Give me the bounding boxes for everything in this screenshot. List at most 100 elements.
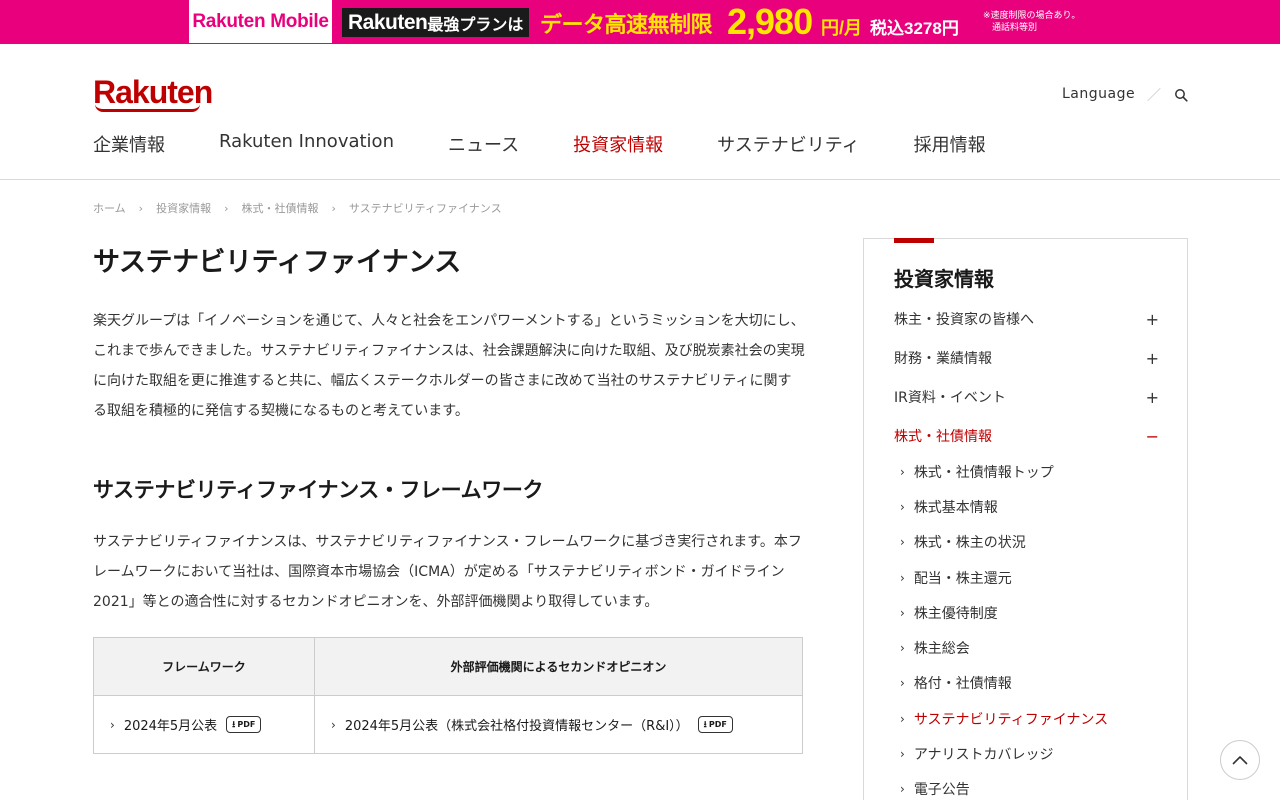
sidebar-item-label: 配当・株主還元	[913, 571, 1012, 587]
chevron-right-icon: ›	[900, 606, 905, 620]
global-nav: 企業情報 Rakuten Innovation ニュース 投資家情報 サステナビ…	[93, 131, 986, 157]
banner-brand: Rakuten Mobile	[189, 0, 332, 43]
banner-note-line: ※速度制限の場合あり。	[983, 11, 1081, 21]
framework-pdf-link[interactable]: › 2024年5月公表 ⭳ PDF	[94, 696, 315, 753]
sidebar-nav: 投資家情報 株主・投資家の皆様へ + 財務・業績情報 + IR資料・イベント +…	[863, 238, 1188, 800]
sidebar-item-label: 株主優待制度	[913, 606, 998, 622]
banner-headline: データ高速無制限	[540, 11, 713, 37]
sidebar-item-label: サステナビリティファイナンス	[913, 712, 1109, 728]
framework-table: フレームワーク 外部評価機関によるセカンドオピニオン › 2024年5月公表 ⭳…	[93, 637, 803, 754]
sidebar-item-benefits[interactable]: › 株主優待制度	[900, 603, 998, 623]
sidebar-item-sustainability-finance[interactable]: › サステナビリティファイナンス	[900, 709, 1108, 729]
nav-item-news[interactable]: ニュース	[448, 131, 519, 157]
chevron-up-icon	[1232, 756, 1248, 765]
breadcrumb-current: サステナビリティファイナンス	[348, 202, 502, 215]
chevron-right-icon: ›	[900, 571, 905, 585]
chevron-right-icon: ›	[138, 201, 144, 215]
sidebar-item-label: 株式基本情報	[913, 500, 998, 516]
sidebar-item-label: 株式・社債情報トップ	[913, 465, 1054, 481]
sidebar-item-label: 格付・社債情報	[913, 676, 1012, 692]
nav-item-sustainability[interactable]: サステナビリティ	[717, 131, 860, 157]
sidebar-cat-ir-materials[interactable]: IR資料・イベント +	[894, 387, 1159, 407]
pdf-badge: ⭳ PDF	[226, 716, 262, 733]
sidebar-item-ratings-bonds[interactable]: › 格付・社債情報	[900, 673, 1012, 693]
nav-item-innovation[interactable]: Rakuten Innovation	[219, 131, 394, 157]
framework-link-label: 2024年5月公表	[123, 719, 218, 734]
sidebar-cat-label: 財務・業績情報	[894, 351, 992, 367]
chevron-right-icon: ›	[331, 201, 336, 215]
banner-plan-prefix: Rakuten	[348, 10, 428, 34]
nav-item-careers[interactable]: 採用情報	[914, 131, 986, 157]
banner-unit: 円/月	[821, 18, 863, 38]
header-separator: ／	[1147, 88, 1161, 104]
sidebar-item-dividends[interactable]: › 配当・株主還元	[900, 568, 1012, 588]
sidebar-cat-stock-bond[interactable]: 株式・社債情報 −	[894, 426, 1159, 446]
nav-item-corporate[interactable]: 企業情報	[93, 131, 165, 157]
section-text: サステナビリティファイナンスは、サステナビリティファイナンス・フレームワークに基…	[93, 534, 802, 610]
chevron-right-icon: ›	[900, 465, 905, 479]
page-title: サステナビリティファイナンス	[93, 247, 461, 278]
sidebar-item-stock-basic[interactable]: › 株式基本情報	[900, 497, 998, 517]
chevron-right-icon: ›	[900, 782, 905, 796]
sidebar-cat-shareholders[interactable]: 株主・投資家の皆様へ +	[894, 309, 1159, 329]
language-link[interactable]: Language	[1062, 86, 1135, 102]
section-title: サステナビリティファイナンス・フレームワーク	[93, 478, 544, 502]
pdf-badge: ⭳ PDF	[697, 716, 733, 733]
download-icon: ⭳	[232, 719, 236, 730]
chevron-right-icon: ›	[900, 641, 905, 655]
sidebar-item-analyst-coverage[interactable]: › アナリストカバレッジ	[900, 744, 1054, 764]
minus-icon: −	[1145, 426, 1159, 446]
sidebar-item-label: 株主総会	[913, 641, 970, 657]
sidebar-cat-label: 株式・社債情報	[894, 429, 992, 445]
sidebar-accent-bar	[894, 238, 934, 243]
chevron-right-icon: ›	[900, 712, 905, 726]
breadcrumb-stock-bond[interactable]: 株式・社債情報	[241, 200, 318, 216]
search-icon[interactable]	[1174, 88, 1188, 102]
breadcrumb-home[interactable]: ホーム	[93, 200, 126, 216]
sidebar-title: 投資家情報	[894, 267, 994, 291]
sidebar-item-shareholders-meeting[interactable]: › 株主総会	[900, 638, 970, 658]
intro-text: 楽天グループは「イノベーションを通じて、人々と社会をエンパワーメントする」という…	[93, 313, 805, 419]
nav-item-investors[interactable]: 投資家情報	[573, 131, 663, 157]
back-to-top-button[interactable]	[1220, 740, 1260, 780]
breadcrumb-investors[interactable]: 投資家情報	[156, 200, 211, 216]
opinion-link-label: 2024年5月公表（株式会社格付投資情報センター（R&I））	[344, 719, 689, 734]
chevron-right-icon: ›	[900, 676, 905, 690]
sidebar-cat-label: IR資料・イベント	[894, 390, 1006, 406]
sidebar-cat-label: 株主・投資家の皆様へ	[894, 312, 1034, 328]
pdf-label: PDF	[237, 720, 256, 729]
header-divider	[0, 179, 1280, 180]
table-header-opinion: 外部評価機関によるセカンドオピニオン	[450, 660, 667, 674]
banner-tax: 税込3278円	[870, 19, 959, 38]
chevron-right-icon: ›	[110, 717, 115, 732]
sidebar-item-label: 電子公告	[913, 782, 970, 798]
banner-price: 2,980	[727, 1, 813, 42]
banner-plan-suffix: 最強プランは	[427, 16, 524, 34]
sidebar-item-shareholder-status[interactable]: › 株式・株主の状況	[900, 532, 1026, 552]
chevron-right-icon: ›	[900, 535, 905, 549]
chevron-right-icon: ›	[224, 201, 229, 215]
plus-icon: +	[1145, 309, 1159, 329]
table-row: › 2024年5月公表 ⭳ PDF › 2024年5月公表（株式会社格付投資情報…	[94, 696, 802, 753]
sidebar-item-public-notice[interactable]: › 電子公告	[900, 779, 970, 799]
sidebar-item-label: アナリストカバレッジ	[913, 747, 1054, 763]
opinion-pdf-link[interactable]: › 2024年5月公表（株式会社格付投資情報センター（R&I）） ⭳ PDF	[315, 696, 802, 753]
chevron-right-icon: ›	[331, 717, 336, 732]
pdf-label: PDF	[708, 720, 727, 729]
table-header-framework: フレームワーク	[94, 638, 315, 695]
sidebar-item-stock-top[interactable]: › 株式・社債情報トップ	[900, 462, 1054, 482]
table-header-row: フレームワーク 外部評価機関によるセカンドオピニオン	[94, 638, 802, 696]
plus-icon: +	[1145, 387, 1159, 407]
banner-note-line: 通話料等別	[992, 23, 1038, 33]
breadcrumb: ホーム › 投資家情報 › 株式・社債情報 › サステナビリティファイナンス	[93, 200, 502, 216]
logo-swoosh-icon	[95, 104, 200, 112]
banner-note: ※速度制限の場合あり。 通話料等別	[983, 10, 1123, 34]
sidebar-item-label: 株式・株主の状況	[913, 535, 1026, 551]
download-icon: ⭳	[703, 719, 707, 730]
promo-banner[interactable]: Rakuten Mobile Rakuten 最強プランは データ高速無制限 2…	[0, 0, 1280, 44]
banner-plan: Rakuten 最強プランは	[342, 8, 530, 37]
plus-icon: +	[1145, 348, 1159, 368]
chevron-right-icon: ›	[900, 747, 905, 761]
chevron-right-icon: ›	[900, 500, 905, 514]
sidebar-cat-financial[interactable]: 財務・業績情報 +	[894, 348, 1159, 368]
